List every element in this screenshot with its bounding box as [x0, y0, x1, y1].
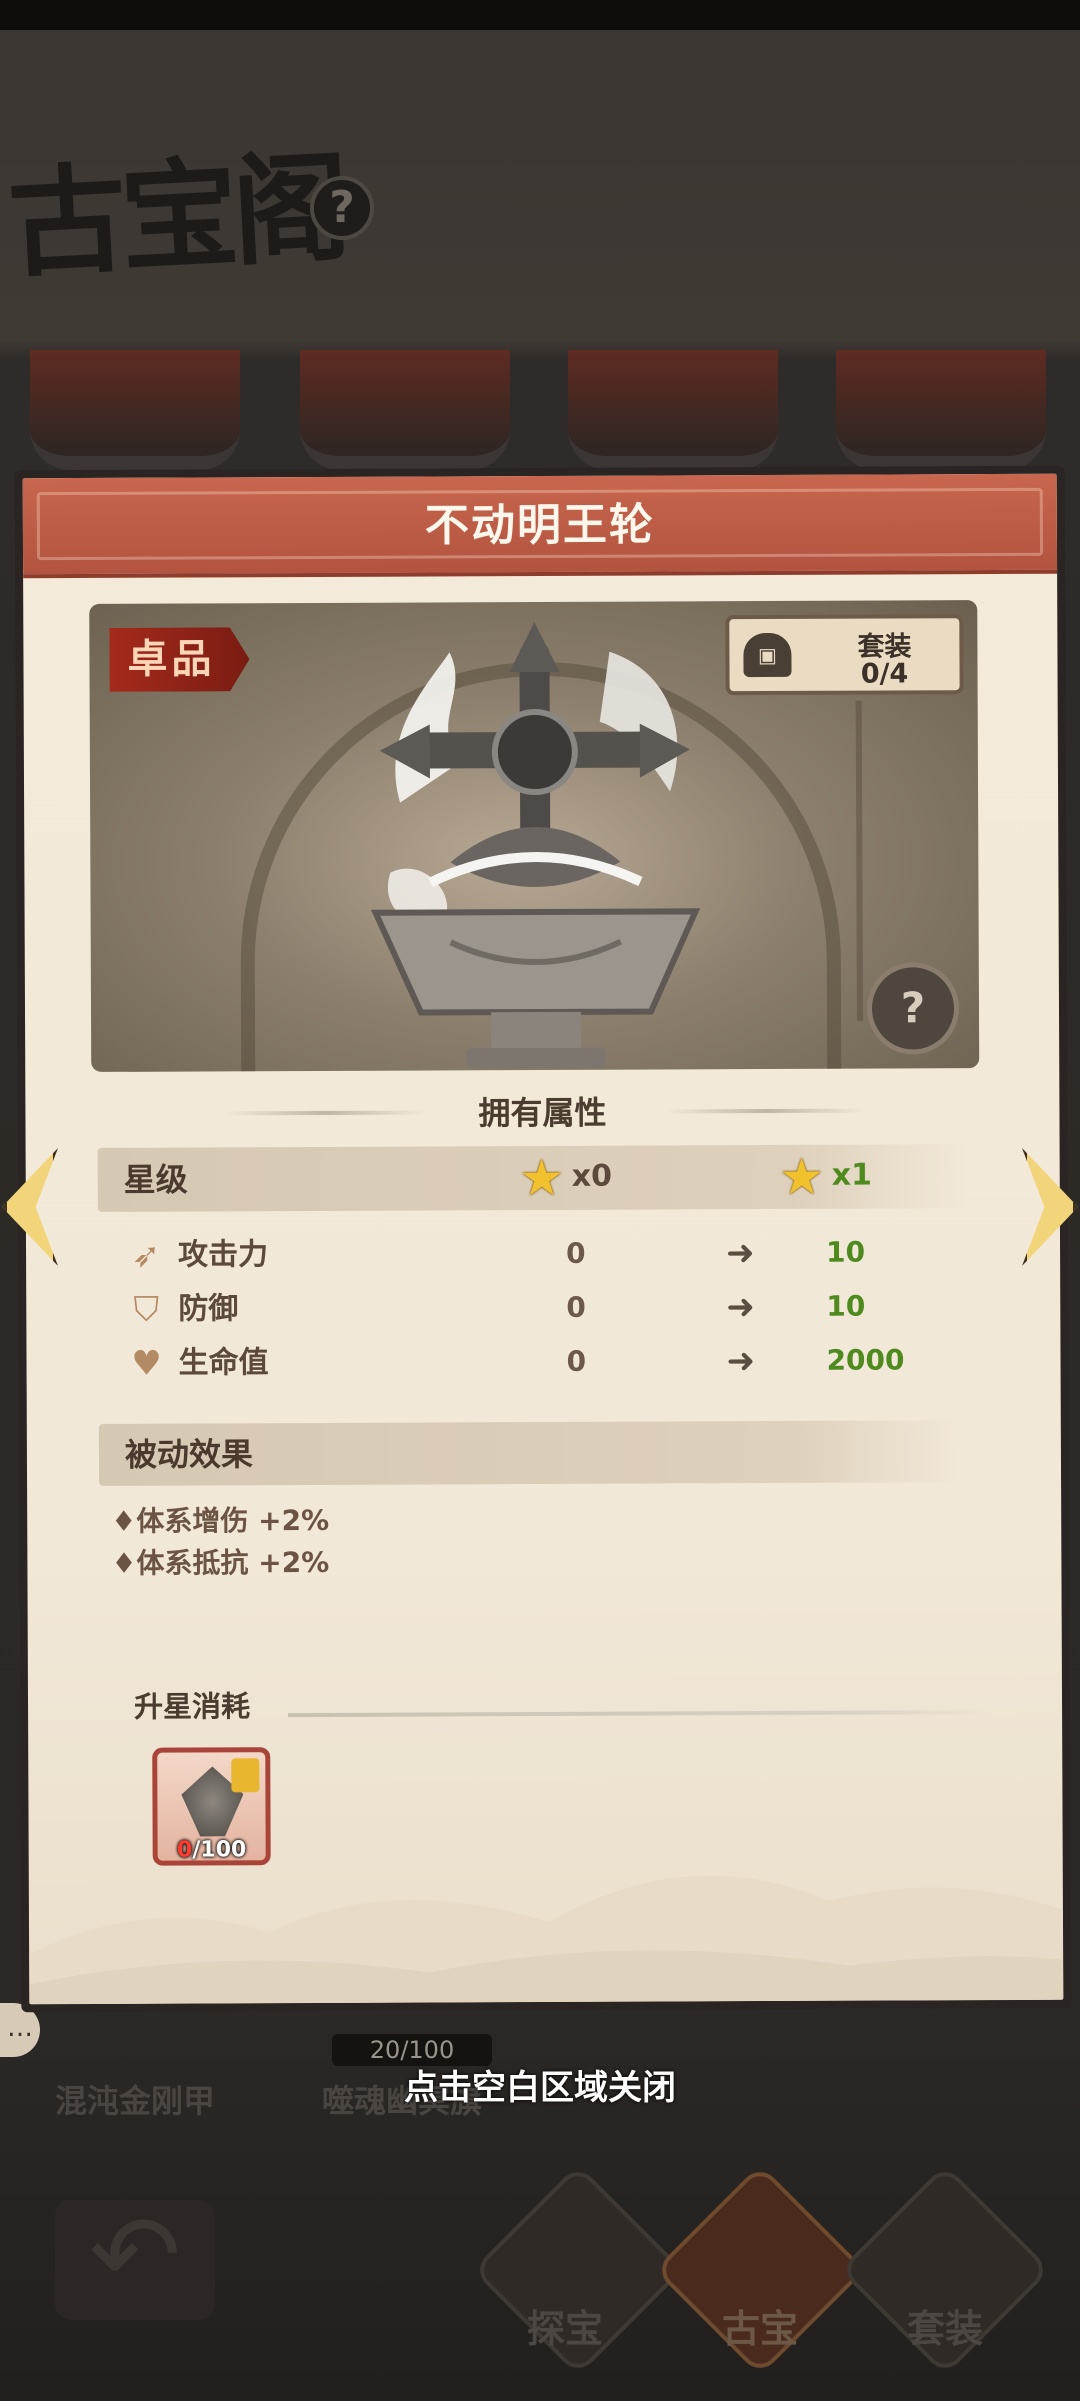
close-hint: 点击空白区域关闭	[404, 2068, 676, 2108]
modal-body: 不动明王轮 卓品 ▣ 套装 0/4 ? 拥有属性 星级 ★ x0 ★ x1 ➶ …	[22, 473, 1064, 2005]
tab-label: 探宝	[526, 2307, 603, 2351]
increase-arrow-icon: ➜	[726, 1341, 756, 1382]
attribute-row-defense: ⛉ 防御 0 ➜ 10	[126, 1282, 986, 1334]
passive-heading: 被动效果	[124, 1435, 254, 1474]
status-bar	[0, 0, 1080, 30]
star-level-label: 星级	[123, 1160, 188, 1199]
diamond-bullet-icon: ♦	[111, 1546, 137, 1580]
attribute-current: 0	[565, 1236, 586, 1270]
tab-label: 古宝	[721, 2307, 798, 2351]
artifact-detail-modal: 不动明王轮 卓品 ▣ 套装 0/4 ? 拥有属性 星级 ★ x0 ★ x1 ➶ …	[14, 465, 1072, 2013]
increase-arrow-icon: ➜	[725, 1233, 755, 1274]
attribute-row-health: ♥ 生命值 0 ➜ 2000	[126, 1336, 986, 1388]
mountain-decoration	[29, 1875, 1064, 2005]
attribute-next: 10	[825, 1235, 866, 1269]
upgrade-cost-heading: 升星消耗	[133, 1689, 251, 1724]
attribute-name: 防御	[178, 1291, 239, 1327]
set-count: 0/4	[860, 658, 909, 690]
set-chest-icon: ▣	[743, 632, 792, 678]
shield-icon: ⛉	[133, 1289, 160, 1330]
attack-icon: ➶	[131, 1235, 161, 1276]
passive-effect: ♦体系抵抗 +2%	[111, 1545, 330, 1580]
passive-effect-bar: 被动效果	[98, 1420, 960, 1486]
artifact-pedestal	[300, 350, 510, 470]
screen-title: 古宝阁	[5, 137, 348, 294]
artifact-pedestal	[568, 350, 778, 470]
quality-badge: 卓品	[109, 627, 249, 692]
attribute-name: 生命值	[178, 1345, 269, 1381]
artifact-title: 不动明王轮	[424, 499, 655, 552]
passive-effect: ♦体系增伤 +2%	[111, 1503, 330, 1538]
book-help-icon[interactable]: ?	[866, 962, 960, 1055]
attribute-current: 0	[566, 1344, 587, 1378]
attribute-next: 10	[826, 1289, 866, 1323]
diamond-bullet-icon: ♦	[111, 1504, 137, 1538]
current-star-count: x0	[571, 1158, 613, 1194]
attribute-next: 2000	[826, 1343, 905, 1377]
attribute-row-attack: ➶ 攻击力 0 ➜ 10	[126, 1228, 986, 1280]
next-star-count: x1	[831, 1157, 873, 1193]
artifact-pedestal	[836, 350, 1046, 470]
tab-label: 套装	[906, 2307, 983, 2351]
star-icon: ★	[519, 1148, 565, 1208]
attribute-current: 0	[566, 1290, 586, 1324]
owned-attributes-heading: 拥有属性	[478, 1093, 607, 1133]
help-icon[interactable]: ?	[310, 176, 374, 240]
star-level-bar: 星级 ★ x0 ★ x1	[97, 1144, 966, 1212]
star-icon: ★	[779, 1147, 825, 1206]
attribute-name: 攻击力	[177, 1237, 269, 1273]
divider	[288, 1710, 989, 1718]
artifact-pedestal	[30, 350, 240, 470]
back-arrow-icon[interactable]: ↶	[55, 2200, 215, 2320]
increase-arrow-icon: ➜	[726, 1287, 755, 1328]
set-progress-button[interactable]: ▣ 套装 0/4	[725, 614, 964, 696]
artifact-showcase: 卓品 ▣ 套装 0/4 ?	[89, 600, 980, 1072]
vajra-artifact-image	[370, 622, 701, 1069]
heart-icon: ♥	[131, 1343, 162, 1384]
